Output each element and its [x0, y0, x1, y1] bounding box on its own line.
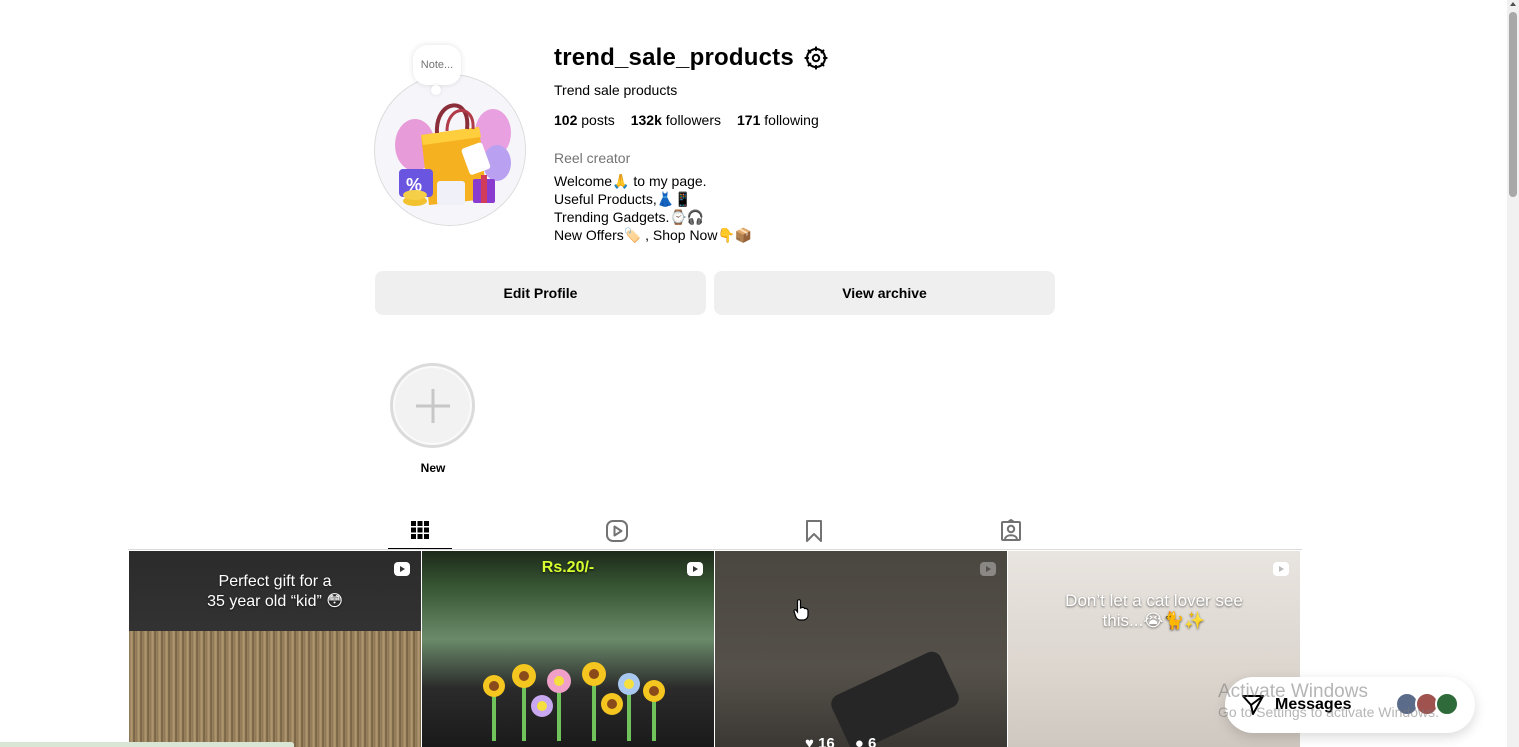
- followers-stat[interactable]: 132k followers: [631, 112, 721, 128]
- post-image-flowers: [483, 662, 665, 741]
- post-caption-line: Don’t let a cat lover see: [1065, 591, 1243, 610]
- send-icon: [1242, 695, 1264, 715]
- comments-count: 6: [868, 735, 877, 747]
- reel-badge-icon: [394, 562, 410, 576]
- likes-count: 16: [818, 735, 835, 747]
- post-caption-line: Perfect gift for a: [218, 573, 332, 590]
- posts-stat: 102 posts: [554, 112, 615, 128]
- followers-count: 132k: [630, 112, 662, 128]
- messages-bar[interactable]: Messages: [1225, 677, 1475, 733]
- plus-icon: [415, 388, 450, 423]
- profile-stats: 102 posts 132k followers 171 following: [554, 112, 819, 128]
- hand-cursor-icon: [793, 599, 809, 621]
- bio-line: Useful Products,👗📱: [554, 191, 692, 207]
- tabs-divider: [128, 549, 1302, 550]
- reels-icon: [606, 520, 628, 542]
- post-hover-stats: ♥ 16 ● 6: [805, 735, 876, 747]
- settings-gear-icon[interactable]: [804, 46, 828, 70]
- post-image-device: [827, 648, 963, 747]
- post-tile[interactable]: ♥ 16 ● 6: [715, 551, 1007, 747]
- post-caption-line: this...😭🐈✨: [1102, 611, 1206, 630]
- scroll-thumb[interactable]: [1509, 12, 1517, 197]
- grid-icon: [411, 521, 429, 539]
- profile-page: Note... % trend_sale_products Trend sale…: [0, 0, 1519, 747]
- scroll-up-arrow-icon[interactable]: [1510, 2, 1516, 6]
- posts-count: 102: [554, 112, 578, 128]
- view-archive-button[interactable]: View archive: [714, 271, 1055, 315]
- post-price-label: Rs.20/-: [541, 559, 595, 576]
- post-caption: Don’t let a cat lover see this...😭🐈✨: [1008, 591, 1300, 631]
- followers-label: followers: [665, 112, 722, 128]
- posts-grid: Perfect gift for a 35 year old “kid” 😳 R…: [129, 551, 1301, 747]
- bookmark-icon: [806, 520, 822, 542]
- post-caption: Perfect gift for a 35 year old “kid” 😳: [129, 572, 421, 612]
- username-row: trend_sale_products: [554, 44, 828, 72]
- new-highlight-circle[interactable]: [390, 363, 475, 448]
- tab-saved[interactable]: [782, 512, 846, 550]
- shopping-bag-logo-icon: %: [375, 75, 525, 225]
- post-tile[interactable]: Rs.20/-: [422, 551, 714, 747]
- tab-reels[interactable]: [585, 512, 649, 550]
- edit-profile-button[interactable]: Edit Profile: [375, 271, 706, 315]
- following-count: 171: [737, 112, 761, 128]
- tab-tagged[interactable]: [979, 512, 1043, 550]
- bio-line: Welcome🙏 to my page.: [554, 173, 707, 189]
- note-text: Note...: [420, 59, 454, 71]
- profile-bio: Welcome🙏 to my page. Useful Products,👗📱 …: [554, 172, 752, 244]
- bio-line: New Offers🏷️ , Shop Now👇📦: [554, 227, 753, 243]
- page-scrollbar[interactable]: [1507, 0, 1519, 747]
- avatar: [1435, 692, 1459, 716]
- post-caption-line: 35 year old “kid” 😳: [207, 593, 343, 610]
- reel-badge-icon: [980, 562, 996, 576]
- new-highlight[interactable]: New: [390, 363, 476, 475]
- messages-label: Messages: [1275, 696, 1352, 713]
- profile-avatar[interactable]: %: [374, 74, 526, 226]
- new-highlight-label: New: [420, 461, 446, 475]
- note-bubble[interactable]: Note...: [413, 45, 461, 95]
- username: trend_sale_products: [554, 44, 794, 71]
- profile-category: Reel creator: [554, 150, 631, 166]
- bio-line: Trending Gadgets.⌚🎧: [554, 209, 705, 225]
- download-bar: [0, 742, 294, 747]
- post-image-fence: [129, 631, 421, 747]
- comments-stat: ● 6: [855, 735, 877, 747]
- reel-badge-icon: [687, 562, 703, 576]
- following-stat[interactable]: 171 following: [737, 112, 819, 128]
- likes-stat: ♥ 16: [805, 735, 835, 747]
- following-label: following: [764, 112, 819, 128]
- message-avatars: [1395, 692, 1459, 716]
- reel-badge-icon: [1273, 562, 1289, 576]
- full-name: Trend sale products: [554, 82, 678, 98]
- new-highlight-inner: [395, 368, 470, 443]
- tab-posts[interactable]: [388, 512, 452, 550]
- posts-label: posts: [581, 112, 615, 128]
- post-tile[interactable]: Perfect gift for a 35 year old “kid” 😳: [129, 551, 421, 747]
- tagged-icon: [1001, 519, 1021, 541]
